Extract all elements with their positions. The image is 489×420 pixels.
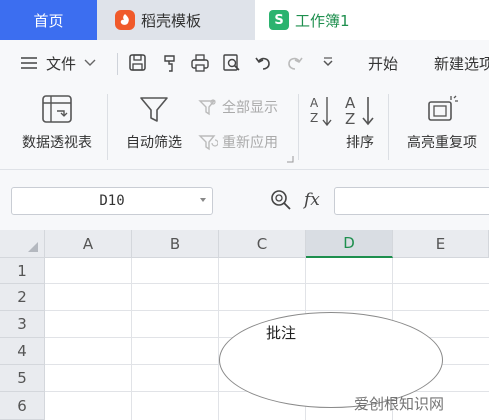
svg-text:A: A	[310, 96, 319, 110]
chevron-down-icon	[84, 59, 96, 67]
autofilter-label: 自动筛选	[126, 135, 182, 151]
file-menu-label: 文件	[46, 54, 77, 73]
quick-access-more-icon[interactable]	[318, 54, 338, 72]
pivot-table-icon	[41, 94, 73, 124]
print-preview-icon[interactable]	[222, 54, 242, 72]
ribbon: 数据透视表 自动筛选 全部显示 重新应用 AZ AZ 排序 高亮重复项	[0, 86, 489, 170]
ribbon-separator	[388, 94, 389, 160]
ribbon-separator	[298, 94, 299, 160]
redo-icon[interactable]	[284, 54, 304, 72]
spreadsheet-icon: S	[269, 10, 289, 30]
tab-home[interactable]: 首页	[0, 0, 97, 40]
autofilter-button[interactable]: 自动筛选	[120, 94, 188, 152]
sort-az-icon: AZ	[343, 94, 377, 126]
highlight-duplicates-label: 高亮重复项	[407, 135, 477, 151]
tab-start[interactable]: 开始	[368, 52, 398, 74]
print-icon[interactable]	[190, 54, 210, 72]
select-all-corner[interactable]	[0, 230, 45, 258]
sort-label: 排序	[346, 135, 374, 151]
show-all-label: 全部显示	[222, 100, 278, 116]
tab-workbook-label: 工作簿1	[295, 11, 350, 30]
ellipse-text[interactable]: 批注	[266, 322, 296, 343]
undo-icon[interactable]	[254, 54, 274, 72]
row-header-5[interactable]: 5	[0, 365, 45, 392]
row-header-3[interactable]: 3	[0, 311, 45, 338]
ribbon-separator	[107, 94, 108, 160]
formula-bar: D10 fx	[0, 170, 489, 230]
menu-separator	[117, 53, 118, 75]
gridline	[45, 283, 489, 284]
dialog-launcher-icon[interactable]	[287, 156, 294, 163]
svg-text:Z: Z	[345, 110, 355, 126]
formula-input[interactable]	[334, 187, 489, 215]
spreadsheet-grid: A B C D E 1 2 3 4 5 6 批注	[0, 230, 489, 420]
pivot-table-label: 数据透视表	[22, 135, 92, 151]
format-painter-icon[interactable]	[160, 54, 180, 72]
pivot-table-button[interactable]: 数据透视表	[15, 94, 99, 152]
sort-button[interactable]: AZ 排序	[340, 94, 380, 152]
cell-reference: D10	[99, 193, 125, 209]
insert-function-button[interactable]: fx	[304, 190, 320, 210]
highlight-duplicates-button[interactable]: 高亮重复项	[398, 94, 486, 152]
tab-docer-templates[interactable]: 稻壳模板	[97, 0, 255, 40]
watermark: 爱创根知识网	[354, 395, 445, 413]
row-header-4[interactable]: 4	[0, 338, 45, 365]
file-menu[interactable]: 文件	[20, 52, 96, 74]
docer-logo-icon	[115, 10, 135, 30]
reapply-button[interactable]: 重新应用	[198, 132, 278, 152]
tab-bar: 首页 稻壳模板 S 工作簿1	[0, 0, 489, 40]
show-all-button[interactable]: 全部显示	[198, 97, 278, 117]
name-box[interactable]: D10	[11, 187, 213, 215]
tab-home-label: 首页	[33, 11, 64, 30]
tab-new-option[interactable]: 新建选项	[434, 52, 489, 74]
tab-docer-label: 稻壳模板	[141, 11, 202, 30]
column-header-b[interactable]: B	[132, 230, 219, 258]
sort-ascending-icon[interactable]: AZ	[308, 94, 334, 128]
row-header-1[interactable]: 1	[0, 258, 45, 284]
funnel-icon	[138, 94, 170, 124]
column-header-a[interactable]: A	[45, 230, 132, 258]
reapply-label: 重新应用	[222, 135, 278, 151]
tab-workbook[interactable]: S 工作簿1	[255, 0, 489, 40]
zoom-search-icon[interactable]	[270, 189, 292, 211]
highlight-duplicates-icon	[425, 94, 459, 124]
column-header-d[interactable]: D	[306, 230, 393, 258]
hamburger-icon	[20, 56, 38, 70]
column-header-c[interactable]: C	[219, 230, 306, 258]
row-header-6[interactable]: 6	[0, 392, 45, 420]
filter-reapply-icon	[198, 133, 218, 151]
row-header-2[interactable]: 2	[0, 284, 45, 311]
svg-text:Z: Z	[310, 111, 318, 125]
menu-bar: 文件 开始 新建选项	[0, 40, 489, 86]
column-header-e[interactable]: E	[393, 230, 489, 258]
name-box-dropdown-icon[interactable]	[200, 198, 206, 202]
gridline	[45, 310, 489, 311]
filter-show-all-icon	[198, 98, 218, 116]
save-icon[interactable]	[128, 54, 148, 72]
